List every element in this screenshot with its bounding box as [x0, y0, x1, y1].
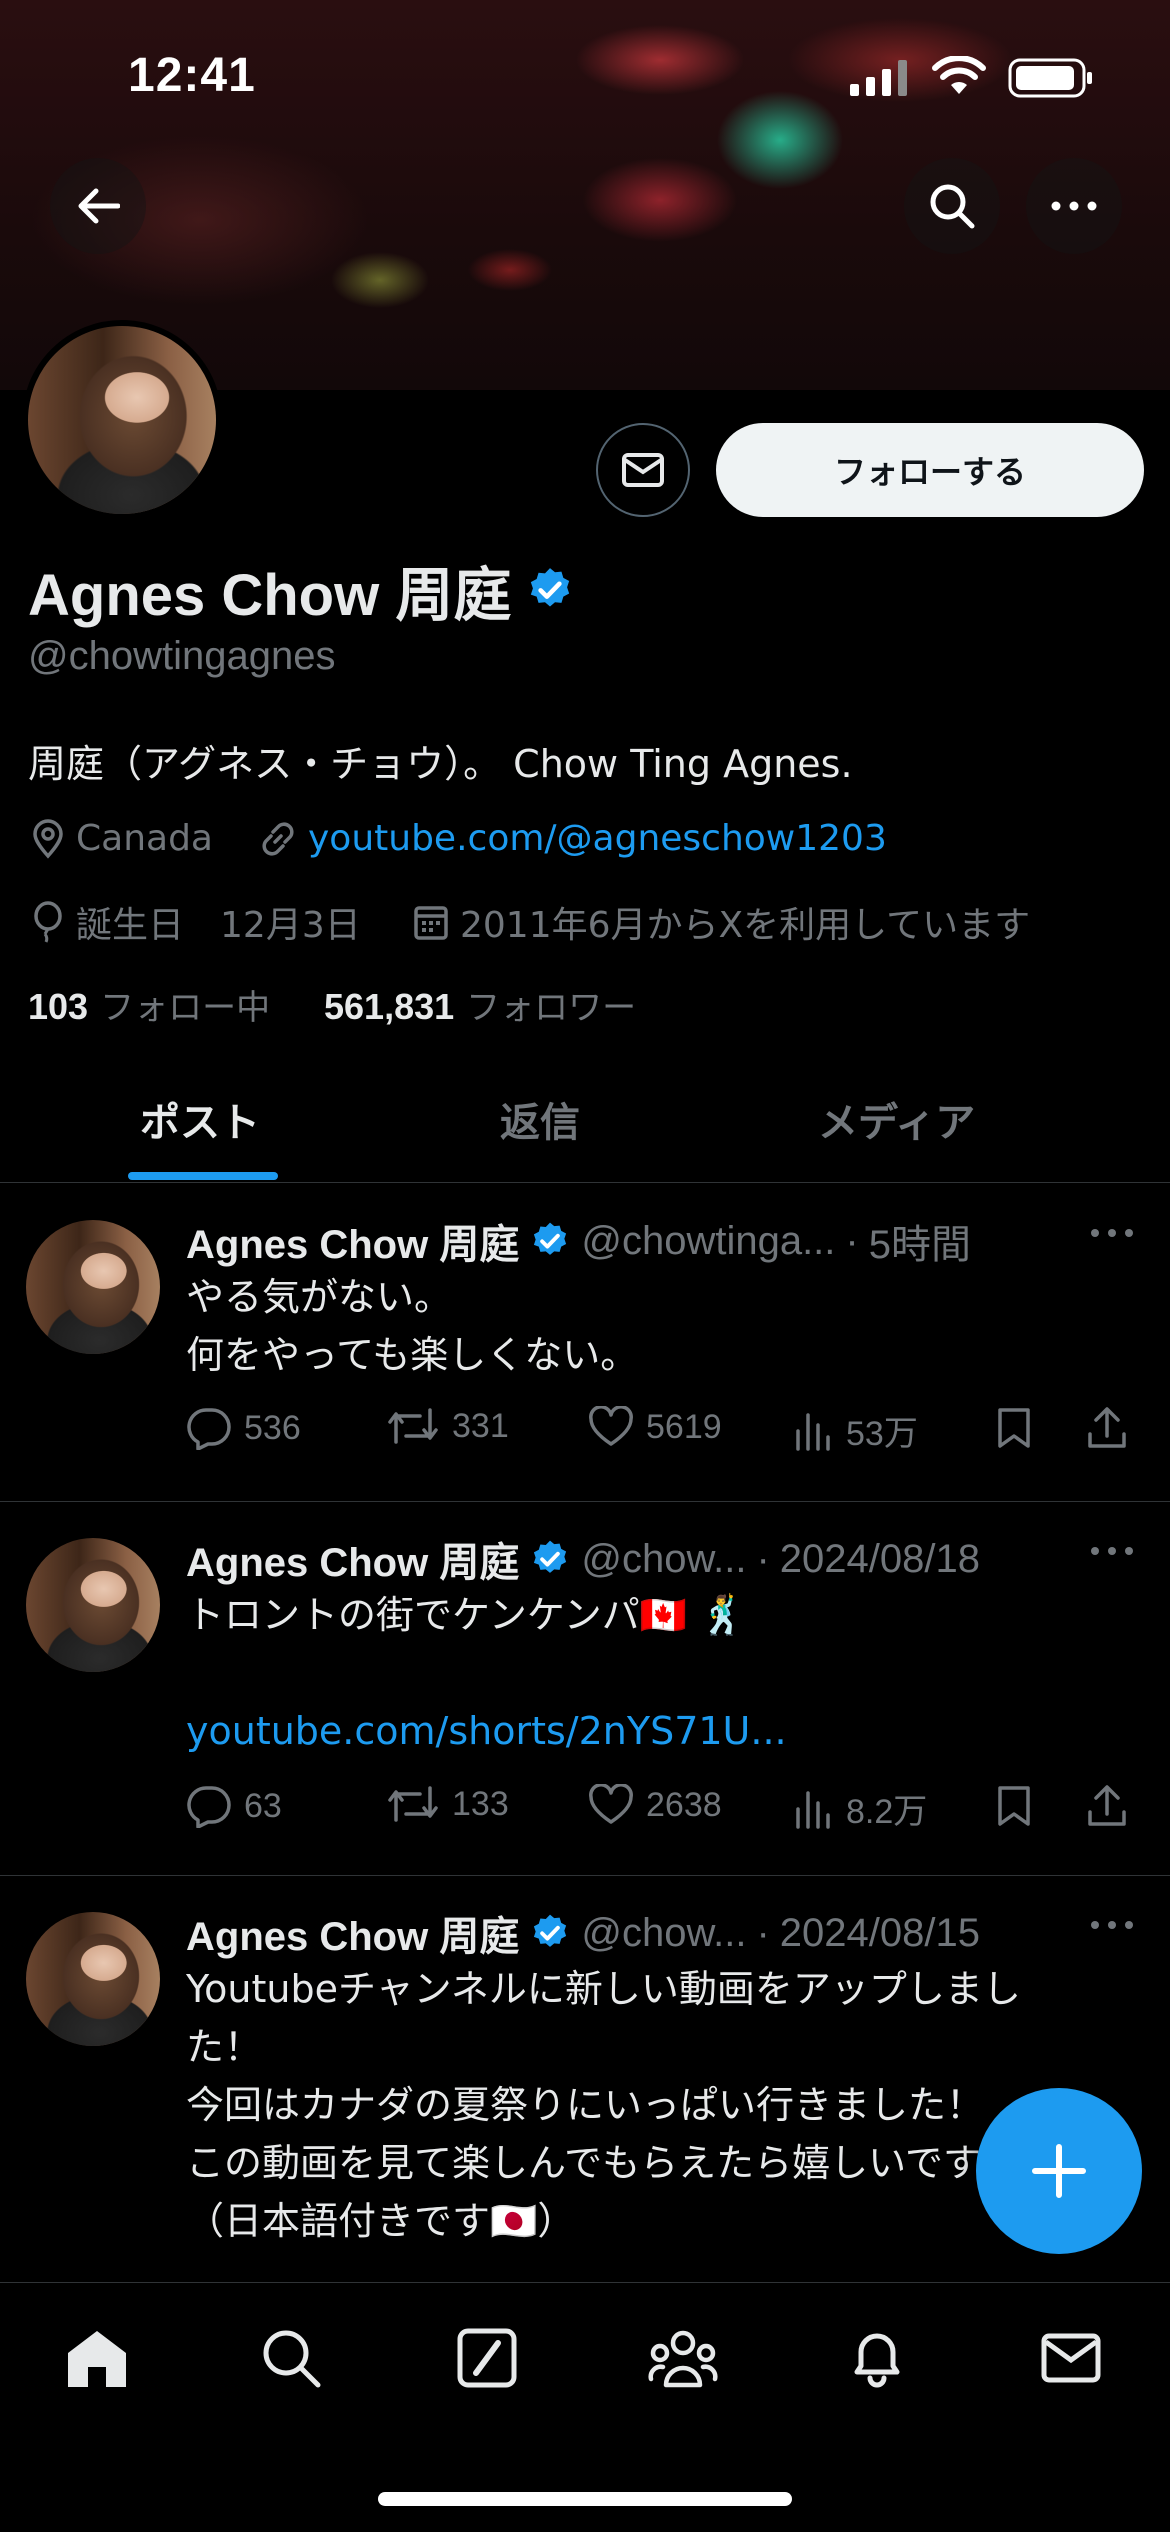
verified-badge-icon: [534, 1222, 567, 1255]
bell-icon: [854, 2333, 900, 2388]
more-dots-icon: [1051, 201, 1097, 211]
views-button[interactable]: 8.2万: [794, 1784, 927, 1833]
more-dots-icon: [1091, 1921, 1133, 1929]
followers-count[interactable]: 561,831 フォロワー: [324, 980, 636, 1029]
post-more-button[interactable]: [1090, 1228, 1134, 1238]
more-dots-icon: [1091, 1547, 1133, 1555]
nav-grok[interactable]: [452, 2323, 522, 2393]
tabs-divider: [0, 1182, 1170, 1183]
profile-location: Canada: [30, 818, 213, 859]
like-button[interactable]: 5619: [588, 1406, 722, 1448]
reply-button[interactable]: 536: [186, 1406, 301, 1450]
cellular-signal-icon: [850, 60, 910, 96]
reply-icon: [187, 1408, 231, 1450]
post-item[interactable]: Agnes Chow 周庭 @chowtinga... · 5時間 やる気がない…: [0, 1184, 1170, 1502]
post-header: Agnes Chow 周庭 @chowtinga... · 5時間: [186, 1218, 971, 1268]
views-chart-icon: [796, 1412, 830, 1451]
profile-avatar[interactable]: [22, 320, 222, 520]
nav-home[interactable]: [62, 2323, 132, 2393]
more-dots-icon: [1091, 1229, 1133, 1237]
profile-website[interactable]: youtube.com/@agneschow1203: [258, 818, 887, 859]
post-header: Agnes Chow 周庭 @chow... · 2024/08/18: [186, 1536, 980, 1586]
bookmark-icon: [998, 1408, 1030, 1448]
bookmark-icon: [998, 1786, 1030, 1826]
share-button[interactable]: [1086, 1784, 1128, 1828]
views-button[interactable]: 53万: [794, 1406, 918, 1455]
link-icon: [262, 821, 294, 856]
following-count[interactable]: 103 フォロー中: [28, 980, 270, 1029]
nav-search[interactable]: [256, 2323, 326, 2393]
like-button[interactable]: 2638: [588, 1784, 722, 1826]
bookmark-button[interactable]: [996, 1784, 1032, 1828]
active-tab-indicator: [128, 1172, 278, 1180]
profile-name: Agnes Chow 周庭: [28, 563, 512, 628]
status-time: 12:41: [128, 49, 256, 102]
reply-button[interactable]: 63: [186, 1784, 282, 1828]
post-actions: 63 133 2638 8.2万: [186, 1784, 1126, 1844]
calendar-icon: [414, 906, 448, 940]
share-button[interactable]: [1086, 1406, 1128, 1450]
reply-icon: [187, 1786, 231, 1828]
home-indicator[interactable]: [378, 2492, 792, 2506]
post-item[interactable]: Agnes Chow 周庭 @chow... · 2024/08/15 Yout…: [0, 1876, 1170, 2286]
back-button[interactable]: [50, 158, 146, 254]
profile-joined: 2011年6月からXを利用しています: [412, 896, 1030, 948]
nav-messages[interactable]: [1036, 2323, 1106, 2393]
heart-icon: [589, 1406, 633, 1446]
verified-badge-icon: [531, 568, 570, 607]
post-more-button[interactable]: [1090, 1546, 1134, 1556]
post-header: Agnes Chow 周庭 @chow... · 2024/08/15: [186, 1910, 980, 1960]
profile-website-link[interactable]: youtube.com/@agneschow1203: [308, 818, 887, 859]
search-icon: [930, 184, 975, 229]
heart-icon: [589, 1784, 633, 1824]
post-link[interactable]: youtube.com/shorts/2nYS71U...: [186, 1702, 1126, 1760]
back-arrow-icon: [78, 188, 120, 224]
repost-icon: [388, 1786, 438, 1822]
grok-icon: [457, 2328, 517, 2388]
plus-icon: [1032, 2144, 1086, 2198]
mail-icon: [1041, 2333, 1101, 2383]
verified-badge-icon: [534, 1914, 567, 1947]
profile-handle: @chowtingagnes: [28, 634, 336, 678]
nav-notifications[interactable]: [842, 2323, 912, 2393]
communities-icon: [648, 2330, 718, 2388]
share-icon: [1088, 1785, 1126, 1826]
post-actions: 536 331 5619 53万: [186, 1406, 1126, 1466]
nav-communities[interactable]: [648, 2323, 718, 2393]
search-icon: [263, 2330, 321, 2388]
profile-name-row: Agnes Chow 周庭: [28, 548, 575, 632]
views-chart-icon: [796, 1790, 830, 1829]
post-avatar[interactable]: [26, 1912, 160, 2046]
mail-icon: [622, 453, 664, 487]
post-avatar[interactable]: [26, 1220, 160, 1354]
tab-replies[interactable]: 返信: [500, 1090, 580, 1148]
tab-posts[interactable]: ポスト: [140, 1090, 260, 1148]
repost-button[interactable]: 133: [386, 1784, 509, 1824]
wifi-icon: [932, 56, 986, 96]
repost-icon: [388, 1408, 438, 1444]
profile-birthday: 誕生日 12月3日: [30, 896, 361, 948]
home-icon: [68, 2331, 126, 2387]
message-button[interactable]: [596, 423, 690, 517]
search-button[interactable]: [904, 158, 1000, 254]
verified-badge-icon: [534, 1540, 567, 1573]
post-avatar[interactable]: [26, 1538, 160, 1672]
tab-media[interactable]: メディア: [818, 1090, 975, 1148]
profile-bio: 周庭（アグネス・チョウ）。 Chow Ting Agnes.: [28, 742, 853, 786]
balloon-icon: [34, 901, 62, 943]
post-item[interactable]: Agnes Chow 周庭 @chow... · 2024/08/18 トロント…: [0, 1502, 1170, 1876]
share-icon: [1088, 1407, 1126, 1448]
post-more-button[interactable]: [1090, 1920, 1134, 1930]
more-options-button[interactable]: [1026, 158, 1122, 254]
post-text: やる気がない。 何をやっても楽しくない。: [186, 1275, 639, 1377]
location-pin-icon: [33, 818, 63, 859]
bookmark-button[interactable]: [996, 1406, 1032, 1450]
battery-icon: [1008, 58, 1094, 98]
follow-button[interactable]: フォローする: [716, 423, 1144, 517]
post-text: トロントの街でケンケンパ🇨🇦 🕺 youtube.com/shorts/2nYS…: [186, 1586, 1126, 1760]
repost-button[interactable]: 331: [386, 1406, 509, 1446]
compose-post-button[interactable]: [976, 2088, 1142, 2254]
